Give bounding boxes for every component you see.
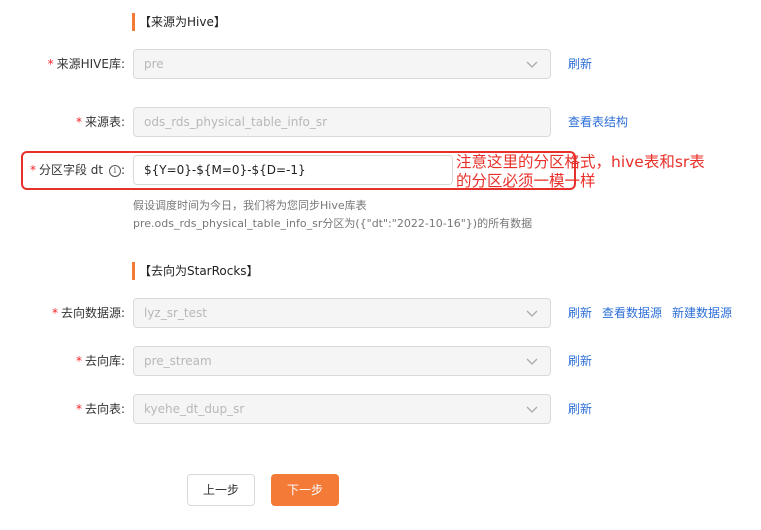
target-db-value: pre_stream <box>144 354 212 368</box>
chevron-down-icon <box>526 310 538 317</box>
prev-step-button[interactable]: 上一步 <box>187 474 255 506</box>
chevron-down-icon <box>526 61 538 68</box>
source-hive-db-select[interactable]: pre <box>133 49 551 79</box>
required-mark: * <box>75 402 82 416</box>
target-db-label-text: 去向库: <box>84 354 125 368</box>
required-mark: * <box>75 115 82 129</box>
target-table-select[interactable]: kyehe_dt_dup_sr <box>133 394 551 424</box>
source-hive-db-value: pre <box>144 57 164 71</box>
target-datasource-value: lyz_sr_test <box>144 306 207 320</box>
source-table-field[interactable]: ods_rds_physical_table_info_sr <box>133 107 551 137</box>
refresh-target-table-link[interactable]: 刷新 <box>568 394 592 424</box>
annotation-line1: 注意这里的分区格式，hive表和sr表 <box>456 153 705 171</box>
target-table-value: kyehe_dt_dup_sr <box>144 402 245 416</box>
target-datasource-select[interactable]: lyz_sr_test <box>133 298 551 328</box>
required-mark: * <box>47 57 54 71</box>
target-datasource-label: * 去向数据源: <box>0 298 125 328</box>
partition-hint-line1: 假设调度时间为今日，我们将为您同步Hive库表 <box>133 199 367 212</box>
target-table-label: * 去向表: <box>0 394 125 424</box>
required-mark: * <box>51 306 58 320</box>
source-table-label: * 来源表: <box>0 107 125 137</box>
target-db-select[interactable]: pre_stream <box>133 346 551 376</box>
source-hive-db-label-text: 来源HIVE库: <box>56 57 125 71</box>
refresh-hive-db-link[interactable]: 刷新 <box>568 49 592 79</box>
view-table-schema-link[interactable]: 查看表结构 <box>568 107 628 137</box>
refresh-target-db-link[interactable]: 刷新 <box>568 346 592 376</box>
target-section-title: 【去向为StarRocks】 <box>132 262 259 280</box>
chevron-down-icon <box>526 358 538 365</box>
annotation-note: 注意这里的分区格式，hive表和sr表 的分区必须一模一样 <box>456 153 756 191</box>
target-datasource-label-text: 去向数据源: <box>60 306 125 320</box>
source-table-label-text: 来源表: <box>84 115 125 129</box>
refresh-datasource-link[interactable]: 刷新 <box>568 298 592 328</box>
required-mark: * <box>75 354 82 368</box>
partition-hint-line2: pre.ods_rds_physical_table_info_sr分区为({"… <box>133 217 533 230</box>
next-step-button[interactable]: 下一步 <box>271 474 339 506</box>
view-datasource-link[interactable]: 查看数据源 <box>602 298 662 328</box>
new-datasource-link[interactable]: 新建数据源 <box>672 298 732 328</box>
source-section-title: 【来源为Hive】 <box>132 13 226 31</box>
source-hive-db-label: * 来源HIVE库: <box>0 49 125 79</box>
target-table-label-text: 去向表: <box>84 402 125 416</box>
chevron-down-icon <box>526 406 538 413</box>
source-table-value: ods_rds_physical_table_info_sr <box>144 115 328 129</box>
annotation-line2: 的分区必须一模一样 <box>456 172 596 190</box>
target-db-label: * 去向库: <box>0 346 125 376</box>
